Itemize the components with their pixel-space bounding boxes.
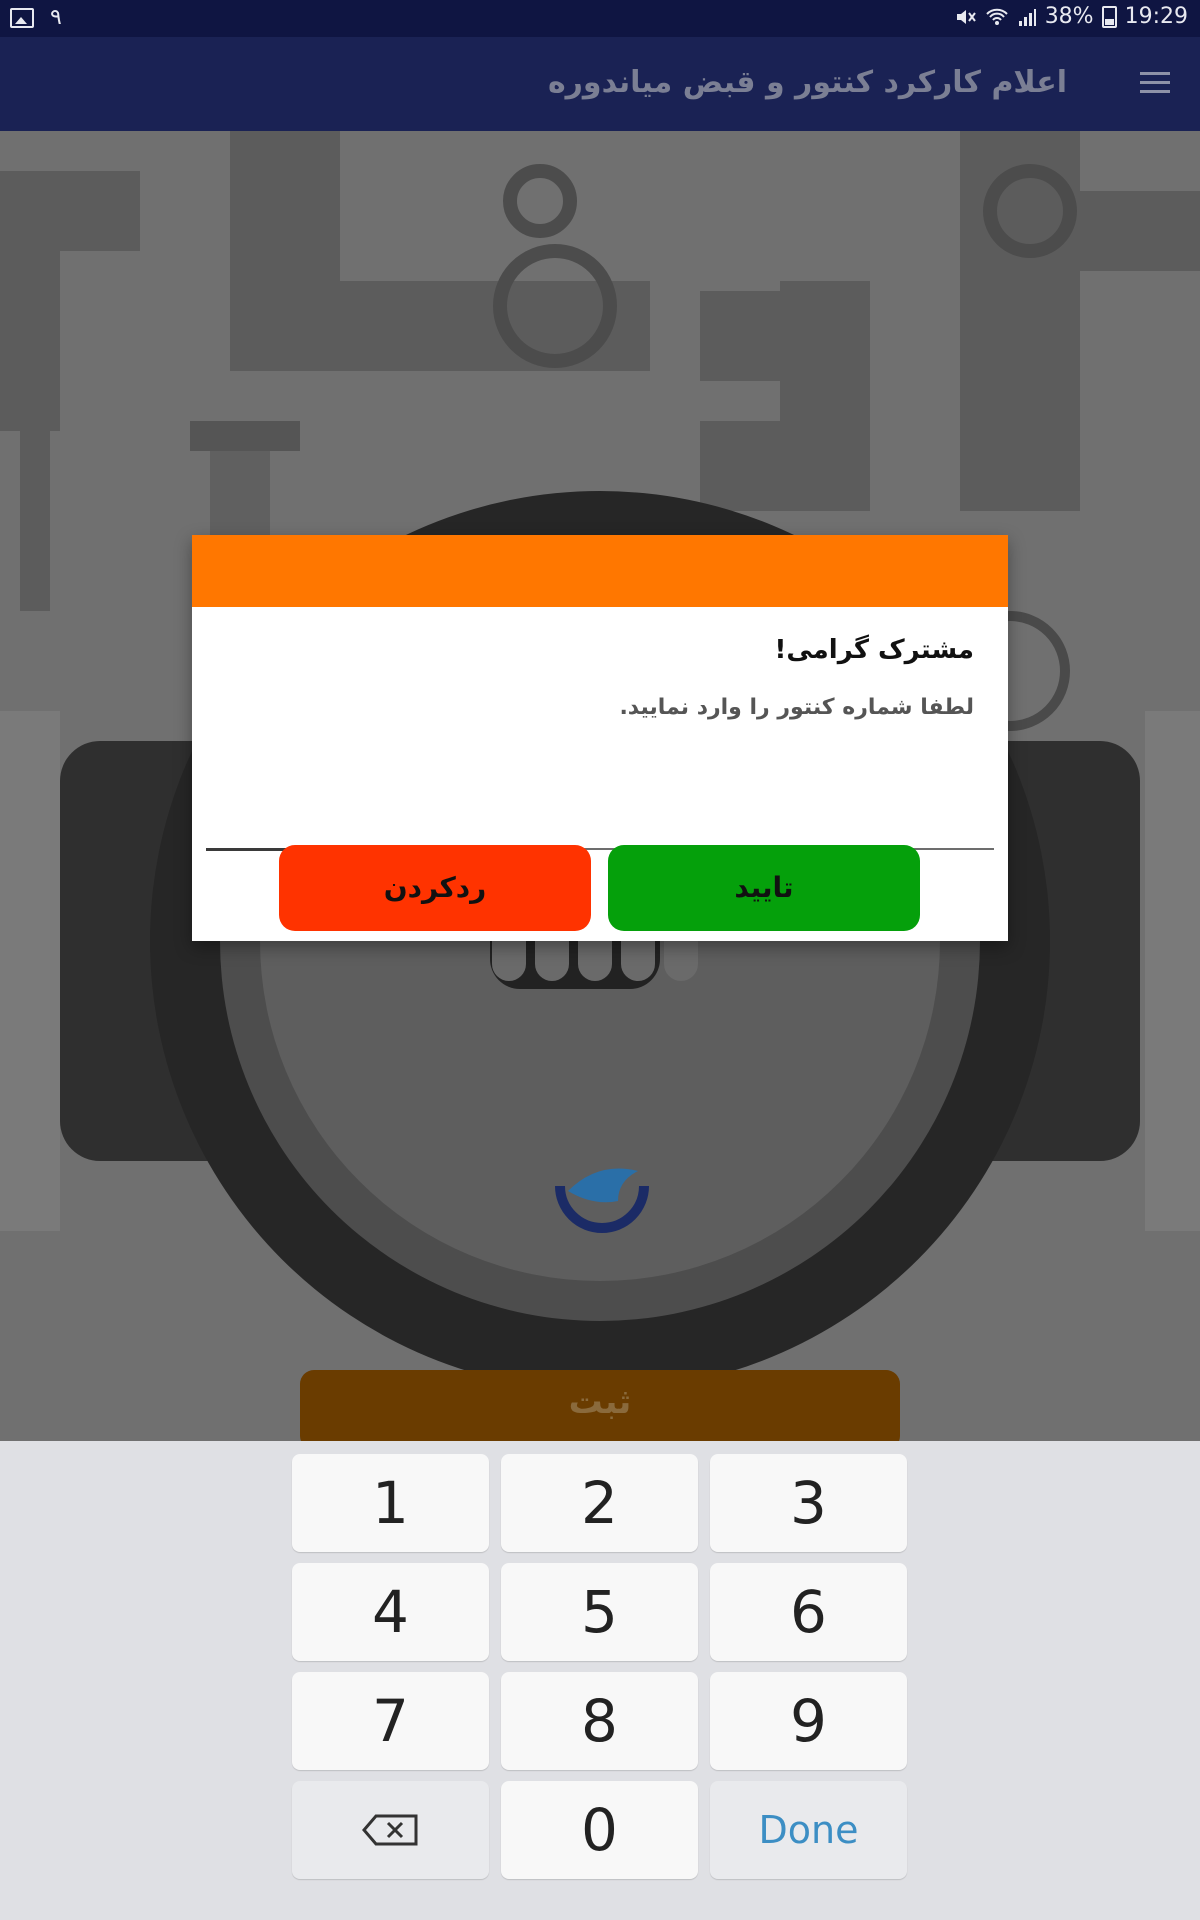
submit-label: ثبت — [568, 1382, 632, 1422]
wifi-icon — [985, 8, 1008, 25]
confirm-button[interactable]: تایید — [608, 845, 920, 931]
backspace-key[interactable] — [292, 1781, 489, 1879]
battery-icon — [1101, 5, 1117, 28]
meter-number-dialog: مشترک گرامی! لطفا شماره کنتور را وارد نم… — [192, 535, 1008, 941]
signal-icon — [1018, 8, 1036, 26]
key-0[interactable]: 0 — [501, 1781, 698, 1879]
key-8[interactable]: 8 — [501, 1672, 698, 1770]
hamburger-menu-icon[interactable] — [1140, 72, 1170, 94]
cancel-button[interactable]: ردکردن — [279, 845, 591, 931]
done-key[interactable]: Done — [710, 1781, 907, 1879]
meter-digit-fields — [206, 808, 994, 851]
gallery-icon — [10, 7, 34, 28]
submit-button[interactable]: ثبت — [300, 1370, 900, 1450]
dialog-greeting: مشترک گرامی! — [774, 635, 974, 665]
key-4[interactable]: 4 — [292, 1563, 489, 1661]
page-title: اعلام کارکرد کنتور و قبض میاندوره — [547, 65, 1067, 100]
clock: 19:29 — [1124, 4, 1188, 29]
app-bar: اعلام کارکرد کنتور و قبض میاندوره — [0, 37, 1200, 131]
battery-text: 38% — [1044, 4, 1094, 29]
dialog-message: لطفا شماره کنتور را وارد نمایید. — [619, 695, 974, 720]
digit-field-5[interactable] — [856, 808, 994, 850]
digit-field-2[interactable] — [368, 808, 507, 850]
dialog-header — [192, 535, 1008, 607]
key-1[interactable]: 1 — [292, 1454, 489, 1552]
key-5[interactable]: 5 — [501, 1563, 698, 1661]
status-bar: ۹ 38% 19:29 — [0, 0, 1200, 37]
key-7[interactable]: 7 — [292, 1672, 489, 1770]
mute-icon — [956, 9, 976, 24]
key-6[interactable]: 6 — [710, 1563, 907, 1661]
key-2[interactable]: 2 — [501, 1454, 698, 1552]
key-9[interactable]: 9 — [710, 1672, 907, 1770]
key-3[interactable]: 3 — [710, 1454, 907, 1552]
numeric-keyboard: 1 2 3 4 5 6 7 8 9 0 Done — [0, 1441, 1200, 1920]
backspace-icon — [362, 1814, 418, 1846]
digit-field-3[interactable] — [531, 808, 669, 850]
digit-field-4[interactable] — [693, 808, 832, 850]
status-left-text: ۹ — [50, 5, 62, 30]
